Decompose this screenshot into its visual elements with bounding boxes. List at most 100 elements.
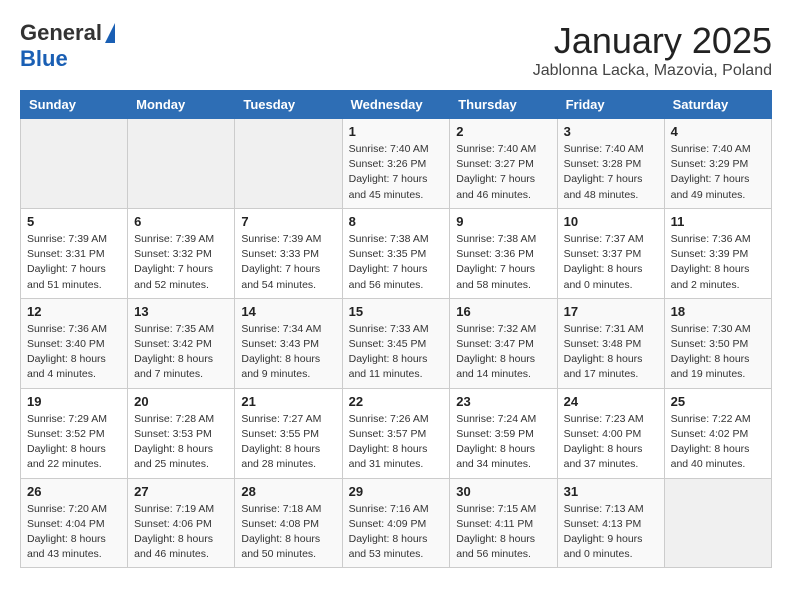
calendar-cell — [128, 119, 235, 209]
day-info: Sunrise: 7:36 AM Sunset: 3:39 PM Dayligh… — [671, 232, 765, 293]
day-info: Sunrise: 7:39 AM Sunset: 3:32 PM Dayligh… — [134, 232, 228, 293]
day-number: 7 — [241, 214, 335, 229]
weekday-header: Sunday — [21, 91, 128, 119]
day-info: Sunrise: 7:40 AM Sunset: 3:26 PM Dayligh… — [349, 142, 444, 203]
calendar-cell: 11Sunrise: 7:36 AM Sunset: 3:39 PM Dayli… — [664, 208, 771, 298]
day-number: 4 — [671, 124, 765, 139]
day-info: Sunrise: 7:34 AM Sunset: 3:43 PM Dayligh… — [241, 322, 335, 383]
day-info: Sunrise: 7:13 AM Sunset: 4:13 PM Dayligh… — [564, 502, 658, 563]
day-number: 5 — [27, 214, 121, 229]
day-info: Sunrise: 7:38 AM Sunset: 3:36 PM Dayligh… — [456, 232, 550, 293]
calendar-cell: 4 Sunrise: 7:40 AM Sunset: 3:29 PM Daylig… — [664, 119, 771, 209]
calendar-cell: 17 Sunrise: 7:31 AM Sunset: 3:48 PM Dayli… — [557, 298, 664, 388]
day-number: 2 — [456, 124, 550, 139]
day-number: 3 — [564, 124, 658, 139]
calendar-cell: 26Sunrise: 7:20 AM Sunset: 4:04 PM Dayli… — [21, 478, 128, 568]
day-number: 18 — [671, 304, 765, 319]
day-info: Sunrise: 7:39 AM Sunset: 3:33 PM Dayligh… — [241, 232, 335, 293]
calendar-week-row: 1 Sunrise: 7:40 AM Sunset: 3:26 PM Daylig… — [21, 119, 772, 209]
calendar-cell — [21, 119, 128, 209]
weekday-header: Monday — [128, 91, 235, 119]
day-number: 12 — [27, 304, 121, 319]
day-number: 31 — [564, 484, 658, 499]
calendar-cell: 5Sunrise: 7:39 AM Sunset: 3:31 PM Daylig… — [21, 208, 128, 298]
calendar-cell: 1 Sunrise: 7:40 AM Sunset: 3:26 PM Daylig… — [342, 119, 450, 209]
day-number: 1 — [349, 124, 444, 139]
calendar-week-row: 19Sunrise: 7:29 AM Sunset: 3:52 PM Dayli… — [21, 388, 772, 478]
day-info: Sunrise: 7:32 AM Sunset: 3:47 PM Dayligh… — [456, 322, 550, 383]
weekday-header-row: SundayMondayTuesdayWednesdayThursdayFrid… — [21, 91, 772, 119]
day-info: Sunrise: 7:19 AM Sunset: 4:06 PM Dayligh… — [134, 502, 228, 563]
day-info: Sunrise: 7:30 AM Sunset: 3:50 PM Dayligh… — [671, 322, 765, 383]
calendar-cell: 23 Sunrise: 7:24 AM Sunset: 3:59 PM Dayli… — [450, 388, 557, 478]
day-info: Sunrise: 7:40 AM Sunset: 3:27 PM Dayligh… — [456, 142, 550, 203]
page-header: General Blue January 2025 Jablonna Lacka… — [20, 20, 772, 80]
calendar-week-row: 5Sunrise: 7:39 AM Sunset: 3:31 PM Daylig… — [21, 208, 772, 298]
calendar-cell: 6 Sunrise: 7:39 AM Sunset: 3:32 PM Daylig… — [128, 208, 235, 298]
day-number: 14 — [241, 304, 335, 319]
calendar-cell: 16Sunrise: 7:32 AM Sunset: 3:47 PM Dayli… — [450, 298, 557, 388]
calendar-cell: 27 Sunrise: 7:19 AM Sunset: 4:06 PM Dayli… — [128, 478, 235, 568]
day-number: 21 — [241, 394, 335, 409]
calendar-cell: 7 Sunrise: 7:39 AM Sunset: 3:33 PM Daylig… — [235, 208, 342, 298]
calendar-cell: 12Sunrise: 7:36 AM Sunset: 3:40 PM Dayli… — [21, 298, 128, 388]
logo-general-text: General — [20, 20, 102, 46]
day-info: Sunrise: 7:27 AM Sunset: 3:55 PM Dayligh… — [241, 412, 335, 473]
weekday-header: Saturday — [664, 91, 771, 119]
day-number: 19 — [27, 394, 121, 409]
day-number: 20 — [134, 394, 228, 409]
calendar-cell: 19Sunrise: 7:29 AM Sunset: 3:52 PM Dayli… — [21, 388, 128, 478]
day-info: Sunrise: 7:22 AM Sunset: 4:02 PM Dayligh… — [671, 412, 765, 473]
calendar-cell: 20Sunrise: 7:28 AM Sunset: 3:53 PM Dayli… — [128, 388, 235, 478]
calendar-cell — [235, 119, 342, 209]
calendar-cell: 14 Sunrise: 7:34 AM Sunset: 3:43 PM Dayli… — [235, 298, 342, 388]
day-number: 23 — [456, 394, 550, 409]
calendar-cell: 31 Sunrise: 7:13 AM Sunset: 4:13 PM Dayli… — [557, 478, 664, 568]
day-info: Sunrise: 7:37 AM Sunset: 3:37 PM Dayligh… — [564, 232, 658, 293]
calendar-cell: 3 Sunrise: 7:40 AM Sunset: 3:28 PM Daylig… — [557, 119, 664, 209]
day-info: Sunrise: 7:40 AM Sunset: 3:28 PM Dayligh… — [564, 142, 658, 203]
weekday-header: Tuesday — [235, 91, 342, 119]
calendar-cell: 30Sunrise: 7:15 AM Sunset: 4:11 PM Dayli… — [450, 478, 557, 568]
day-number: 27 — [134, 484, 228, 499]
day-number: 28 — [241, 484, 335, 499]
day-number: 8 — [349, 214, 444, 229]
day-info: Sunrise: 7:24 AM Sunset: 3:59 PM Dayligh… — [456, 412, 550, 473]
calendar-cell: 22Sunrise: 7:26 AM Sunset: 3:57 PM Dayli… — [342, 388, 450, 478]
title-block: January 2025 Jablonna Lacka, Mazovia, Po… — [533, 20, 772, 80]
calendar-cell: 28Sunrise: 7:18 AM Sunset: 4:08 PM Dayli… — [235, 478, 342, 568]
location: Jablonna Lacka, Mazovia, Poland — [533, 62, 772, 80]
calendar-cell: 9 Sunrise: 7:38 AM Sunset: 3:36 PM Daylig… — [450, 208, 557, 298]
calendar-cell: 15 Sunrise: 7:33 AM Sunset: 3:45 PM Dayli… — [342, 298, 450, 388]
day-number: 17 — [564, 304, 658, 319]
day-info: Sunrise: 7:33 AM Sunset: 3:45 PM Dayligh… — [349, 322, 444, 383]
day-number: 6 — [134, 214, 228, 229]
weekday-header: Thursday — [450, 91, 557, 119]
day-number: 30 — [456, 484, 550, 499]
day-number: 13 — [134, 304, 228, 319]
day-info: Sunrise: 7:31 AM Sunset: 3:48 PM Dayligh… — [564, 322, 658, 383]
logo-icon — [105, 23, 115, 43]
calendar-cell: 10 Sunrise: 7:37 AM Sunset: 3:37 PM Dayli… — [557, 208, 664, 298]
calendar-cell: 18 Sunrise: 7:30 AM Sunset: 3:50 PM Dayli… — [664, 298, 771, 388]
day-number: 15 — [349, 304, 444, 319]
day-number: 22 — [349, 394, 444, 409]
month-title: January 2025 — [533, 20, 772, 62]
day-number: 24 — [564, 394, 658, 409]
day-number: 9 — [456, 214, 550, 229]
calendar-cell: 2 Sunrise: 7:40 AM Sunset: 3:27 PM Daylig… — [450, 119, 557, 209]
day-number: 26 — [27, 484, 121, 499]
logo: General Blue — [20, 20, 115, 72]
calendar-cell — [664, 478, 771, 568]
day-number: 29 — [349, 484, 444, 499]
calendar-cell: 29Sunrise: 7:16 AM Sunset: 4:09 PM Dayli… — [342, 478, 450, 568]
day-number: 10 — [564, 214, 658, 229]
calendar-table: SundayMondayTuesdayWednesdayThursdayFrid… — [20, 90, 772, 568]
calendar-cell: 8 Sunrise: 7:38 AM Sunset: 3:35 PM Daylig… — [342, 208, 450, 298]
day-info: Sunrise: 7:40 AM Sunset: 3:29 PM Dayligh… — [671, 142, 765, 203]
calendar-cell: 24 Sunrise: 7:23 AM Sunset: 4:00 PM Dayli… — [557, 388, 664, 478]
day-number: 25 — [671, 394, 765, 409]
day-info: Sunrise: 7:38 AM Sunset: 3:35 PM Dayligh… — [349, 232, 444, 293]
day-info: Sunrise: 7:35 AM Sunset: 3:42 PM Dayligh… — [134, 322, 228, 383]
day-info: Sunrise: 7:23 AM Sunset: 4:00 PM Dayligh… — [564, 412, 658, 473]
